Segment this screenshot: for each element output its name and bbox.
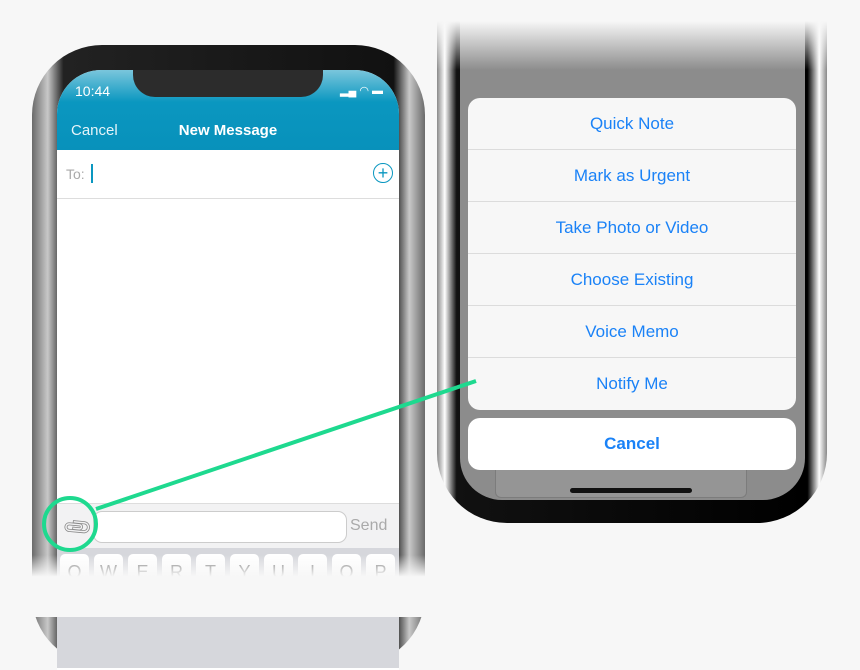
callout-circle	[42, 496, 98, 552]
callout-line	[95, 379, 477, 511]
callout-overlay	[42, 379, 477, 552]
